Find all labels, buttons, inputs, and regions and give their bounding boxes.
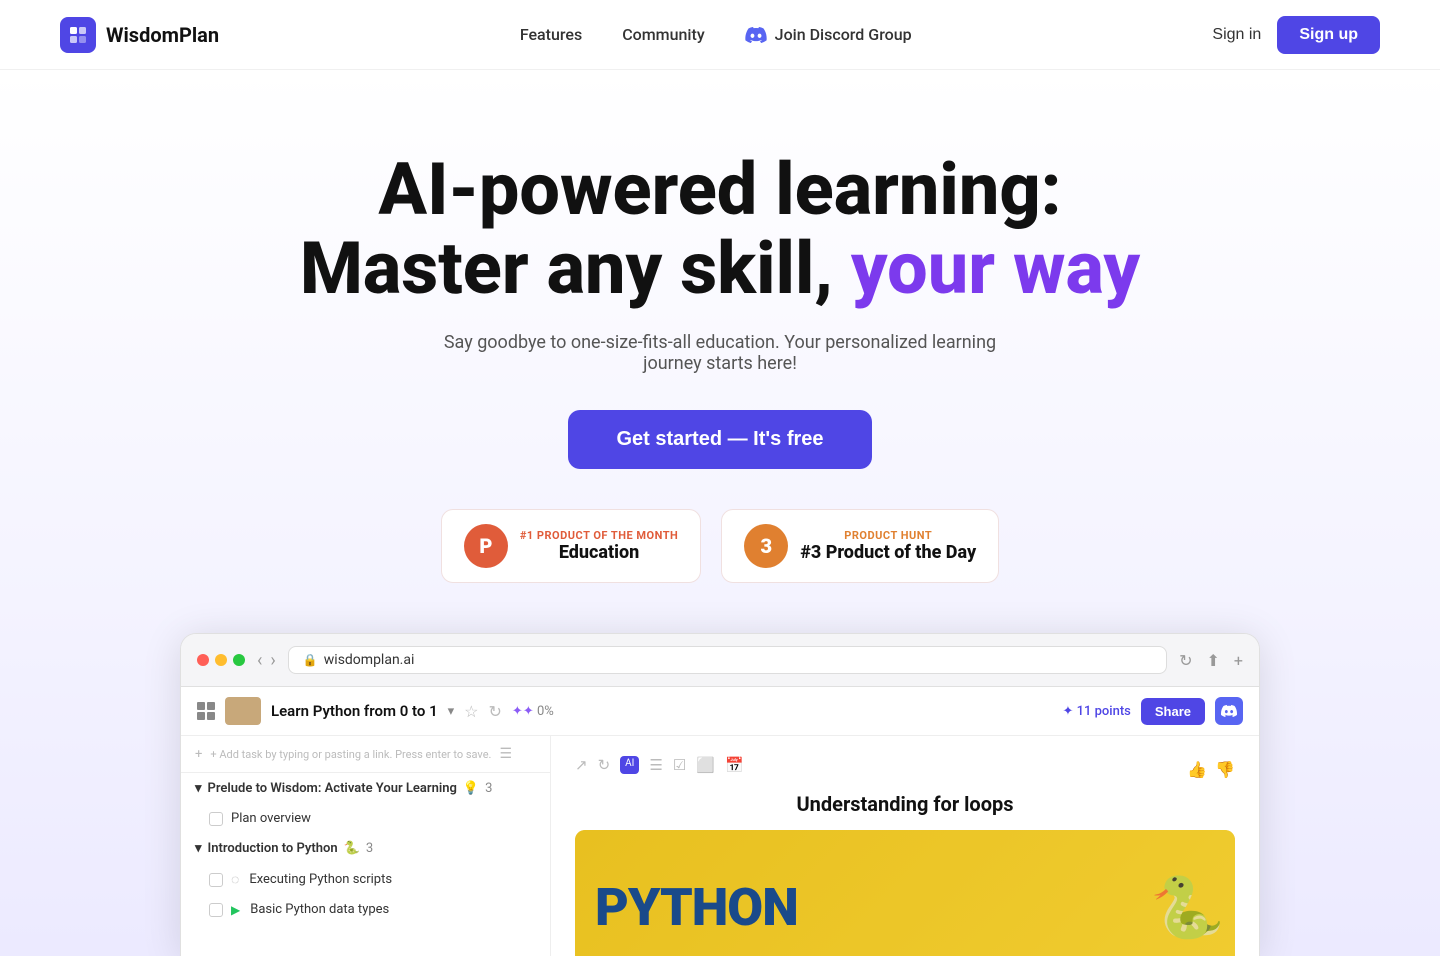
browser-nav-buttons: ‹ › bbox=[257, 650, 276, 671]
content-icon-bar: ↗ ↻ AI ☰ ☑ ⬜ 📅 bbox=[575, 756, 744, 774]
toolbar-right: ✦ 11 points Share bbox=[1062, 697, 1243, 725]
browser-dots bbox=[197, 654, 245, 666]
url-bar[interactable]: 🔒 wisdomplan.ai bbox=[288, 646, 1167, 674]
nav-features[interactable]: Features bbox=[520, 25, 582, 44]
hero-subtitle: Say goodbye to one-size-fits-all educati… bbox=[420, 332, 1020, 374]
logo-text: WisdomPlan bbox=[106, 23, 219, 47]
check-icon: ▶ bbox=[231, 903, 240, 917]
badges-row: P #1 PRODUCT OF THE MONTH Education 3 PR… bbox=[441, 509, 999, 583]
badge-product-month: P #1 PRODUCT OF THE MONTH Education bbox=[441, 509, 701, 583]
checkbox-icon[interactable]: ☑ bbox=[673, 756, 686, 774]
sidebar-panel: + + Add task by typing or pasting a link… bbox=[181, 736, 551, 956]
hero-title: AI-powered learning: Master any skill, y… bbox=[300, 150, 1140, 308]
dot-maximize[interactable] bbox=[233, 654, 245, 666]
calendar-icon: ☰ bbox=[499, 746, 512, 762]
discord-small-icon[interactable] bbox=[1215, 697, 1243, 725]
ai-badge-icon: AI bbox=[620, 756, 639, 774]
course-title: Learn Python from 0 to 1 bbox=[271, 702, 438, 720]
course-thumbnail bbox=[225, 697, 261, 725]
nav-discord[interactable]: Join Discord Group bbox=[745, 25, 912, 44]
nav-community[interactable]: Community bbox=[622, 25, 704, 44]
title-chevron-icon[interactable]: ▾ bbox=[448, 704, 455, 719]
external-link-icon[interactable]: ↗ bbox=[575, 756, 588, 774]
refresh-content-icon[interactable]: ↻ bbox=[598, 756, 611, 774]
discord-icon bbox=[745, 27, 767, 43]
video-bg: PYTHON bbox=[575, 830, 1235, 956]
hero-section: AI-powered learning: Master any skill, y… bbox=[0, 70, 1440, 956]
logo-link[interactable]: WisdomPlan bbox=[60, 17, 219, 53]
task-item-plan-overview[interactable]: Plan overview bbox=[181, 804, 550, 833]
browser-forward-icon[interactable]: › bbox=[270, 650, 275, 671]
add-task-placeholder: + Add task by typing or pasting a link. … bbox=[210, 748, 491, 761]
url-text: wisdomplan.ai bbox=[324, 652, 415, 668]
section-emoji-1: 🐍 bbox=[344, 841, 360, 856]
calendar-icon-2[interactable]: 📅 bbox=[725, 756, 744, 774]
badge-text-month: #1 PRODUCT OF THE MONTH Education bbox=[520, 529, 678, 563]
medal-icon: 3 bbox=[744, 524, 788, 568]
task-checkbox-2[interactable] bbox=[209, 903, 223, 917]
share-button[interactable]: Share bbox=[1141, 698, 1205, 725]
badge-product-day: 3 PRODUCT HUNT #3 Product of the Day bbox=[721, 509, 999, 583]
browser-share-icon[interactable]: ⬆ bbox=[1207, 651, 1220, 670]
signin-button[interactable]: Sign in bbox=[1212, 26, 1261, 44]
content-video-thumbnail: PYTHON 🐍 bbox=[575, 830, 1235, 956]
nav-links: Features Community Join Discord Group bbox=[520, 25, 912, 44]
cta-button[interactable]: Get started — It's free bbox=[568, 410, 871, 469]
chevron-down-icon-2: ▾ bbox=[195, 841, 202, 856]
nav-actions: Sign in Sign up bbox=[1212, 16, 1380, 54]
content-panel: ↗ ↻ AI ☰ ☑ ⬜ 📅 👍 👎 Understanding for loo… bbox=[551, 736, 1259, 956]
hero-accent: your way bbox=[851, 226, 1140, 311]
badge-text-day: PRODUCT HUNT #3 Product of the Day bbox=[800, 529, 976, 563]
points-badge: ✦ 11 points bbox=[1062, 704, 1130, 719]
browser-actions: ↻ ⬆ + bbox=[1179, 651, 1243, 670]
lock-icon: 🔒 bbox=[303, 653, 318, 667]
app-toolbar: Learn Python from 0 to 1 ▾ ☆ ↻ ✦✦ 0% ✦ 1… bbox=[181, 687, 1259, 736]
app-content: + + Add task by typing or pasting a link… bbox=[181, 736, 1259, 956]
navbar: WisdomPlan Features Community Join Disco… bbox=[0, 0, 1440, 70]
browser-bar: ‹ › 🔒 wisdomplan.ai ↻ ⬆ + bbox=[181, 634, 1259, 687]
chevron-down-icon: ▾ bbox=[195, 781, 202, 796]
progress-text: ✦✦ 0% bbox=[512, 704, 554, 719]
loading-icon: ◌ bbox=[231, 871, 239, 888]
thumbs-up-icon[interactable]: 👍 bbox=[1187, 760, 1207, 779]
python-text: PYTHON bbox=[595, 877, 798, 938]
like-dislike: 👍 👎 bbox=[1187, 760, 1235, 779]
refresh-icon[interactable]: ↻ bbox=[489, 702, 502, 721]
task-checkbox-1[interactable] bbox=[209, 873, 223, 887]
dot-close[interactable] bbox=[197, 654, 209, 666]
browser-mockup: ‹ › 🔒 wisdomplan.ai ↻ ⬆ + Learn Python f… bbox=[180, 633, 1260, 956]
logo-icon bbox=[60, 17, 96, 53]
window-icon[interactable]: ⬜ bbox=[696, 756, 715, 774]
task-item-exec-scripts[interactable]: ◌ Executing Python scripts bbox=[181, 864, 550, 895]
thumbs-down-icon[interactable]: 👎 bbox=[1215, 760, 1235, 779]
add-task-bar[interactable]: + + Add task by typing or pasting a link… bbox=[181, 736, 550, 773]
content-video-title: Understanding for loops bbox=[575, 792, 1235, 816]
content-panel-header: ↗ ↻ AI ☰ ☑ ⬜ 📅 👍 👎 bbox=[575, 756, 1235, 782]
browser-reload-icon[interactable]: ↻ bbox=[1179, 651, 1192, 670]
task-checkbox-0[interactable] bbox=[209, 812, 223, 826]
browser-new-tab-icon[interactable]: + bbox=[1234, 651, 1243, 670]
dot-minimize[interactable] bbox=[215, 654, 227, 666]
section-header-python[interactable]: ▾ Introduction to Python 🐍 3 bbox=[181, 833, 550, 864]
section-emoji-0: 💡 bbox=[463, 781, 479, 796]
section-header-prelude[interactable]: ▾ Prelude to Wisdom: Activate Your Learn… bbox=[181, 773, 550, 804]
menu-icon[interactable]: ☰ bbox=[649, 756, 662, 774]
toolbar-left: Learn Python from 0 to 1 ▾ ☆ ↻ ✦✦ 0% bbox=[197, 697, 554, 725]
producthunt-icon: P bbox=[464, 524, 508, 568]
browser-back-icon[interactable]: ‹ bbox=[257, 650, 262, 671]
grid-view-icon[interactable] bbox=[197, 702, 215, 720]
bookmark-icon[interactable]: ☆ bbox=[464, 702, 478, 721]
signup-button[interactable]: Sign up bbox=[1277, 16, 1380, 54]
python-snake-icon: 🐍 bbox=[1150, 872, 1225, 943]
